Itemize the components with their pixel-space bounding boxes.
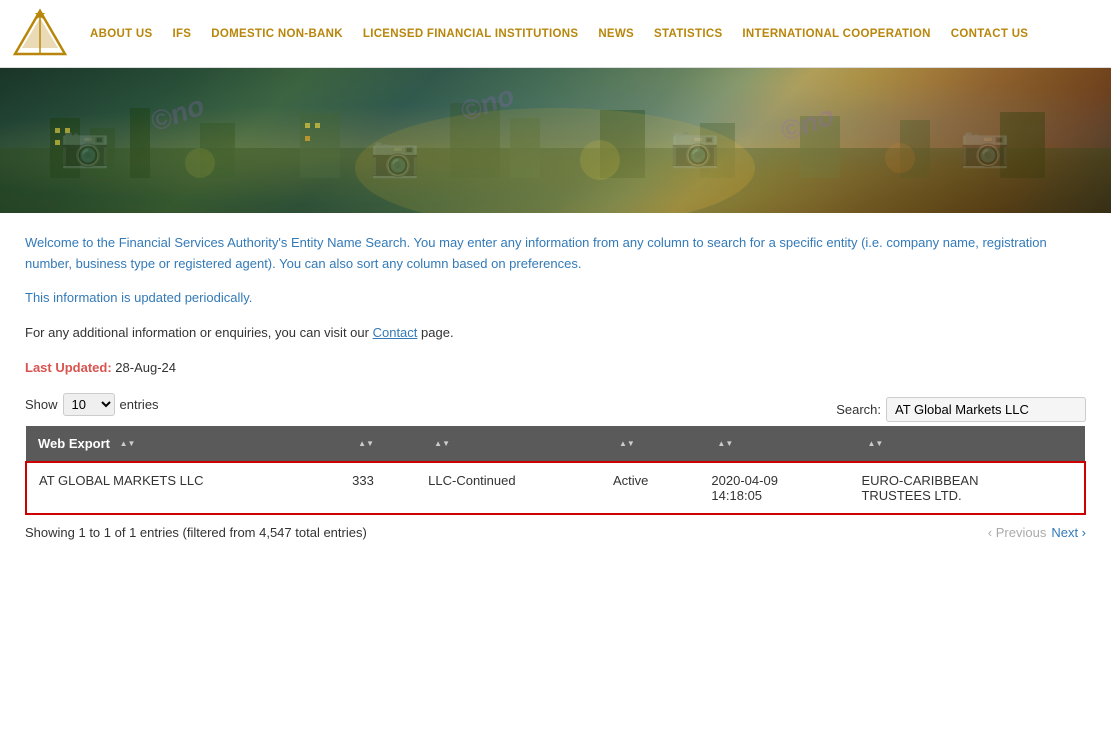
last-updated-label: Last Updated: (25, 360, 112, 375)
search-label: Search: (836, 402, 881, 417)
update-notice: This information is updated periodically… (25, 290, 1086, 305)
col-5[interactable]: ▲▼ (699, 426, 849, 462)
col-web-export[interactable]: Web Export ▲▼ (26, 426, 340, 462)
nav-international-cooperation[interactable]: INTERNATIONAL COOPERATION (732, 28, 940, 40)
search-input[interactable] (886, 397, 1086, 422)
enquiry-text: For any additional information or enquir… (25, 325, 1086, 340)
nav-licensed-financial[interactable]: LICENSED FINANCIAL INSTITUTIONS (353, 28, 588, 40)
showing-text: Showing 1 to 1 of 1 entries (filtered fr… (25, 525, 367, 540)
last-updated: Last Updated: 28-Aug-24 (25, 360, 1086, 375)
show-label: Show (25, 397, 58, 412)
col-6[interactable]: ▲▼ (849, 426, 1085, 462)
last-updated-value: 28-Aug-24 (115, 360, 176, 375)
sort-arrows-1: ▲▼ (120, 440, 136, 448)
sort-arrows-5: ▲▼ (717, 440, 733, 448)
cell-status: Active (601, 462, 699, 514)
cell-type: LLC-Continued (416, 462, 601, 514)
next-link[interactable]: Next › (1051, 525, 1086, 540)
table-header-row: Web Export ▲▼ ▲▼ ▲▼ ▲▼ ▲▼ ▲▼ (26, 426, 1085, 462)
hero-banner: ©no ©no ©no 📷 📷 📷 📷 (0, 68, 1111, 213)
nav-about-us[interactable]: ABOUT US (80, 28, 162, 40)
contact-link[interactable]: Contact (373, 325, 418, 340)
entries-select[interactable]: 10 25 50 100 (63, 393, 115, 416)
cell-date: 2020-04-09 14:18:05 (699, 462, 849, 514)
nav-statistics[interactable]: STATISTICS (644, 28, 732, 40)
results-table: Web Export ▲▼ ▲▼ ▲▼ ▲▼ ▲▼ ▲▼ (25, 426, 1086, 515)
table-controls-row: Show 10 25 50 100 entries Search: (25, 393, 1086, 426)
cell-reg-num: 333 (340, 462, 416, 514)
nav-ifs[interactable]: IFS (162, 28, 201, 40)
enquiry-prefix: For any additional information or enquir… (25, 325, 369, 340)
nav-news[interactable]: NEWS (588, 28, 644, 40)
navbar: ABOUT US IFS DOMESTIC NON-BANK LICENSED … (0, 0, 1111, 68)
sort-arrows-3: ▲▼ (434, 440, 450, 448)
sort-arrows-6: ▲▼ (867, 440, 883, 448)
nav-domestic-non-bank[interactable]: DOMESTIC NON-BANK (201, 28, 353, 40)
logo[interactable] (10, 6, 70, 61)
cell-agent: EURO-CARIBBEAN TRUSTEES LTD. (849, 462, 1085, 514)
sort-arrows-2: ▲▼ (358, 440, 374, 448)
pagination-links: ‹ Previous Next › (988, 525, 1086, 540)
nav-links: ABOUT US IFS DOMESTIC NON-BANK LICENSED … (80, 28, 1101, 40)
search-container: Search: (836, 397, 1086, 422)
nav-contact-us[interactable]: CONTACT US (941, 28, 1039, 40)
sort-arrows-4: ▲▼ (619, 440, 635, 448)
intro-text: Welcome to the Financial Services Author… (25, 233, 1086, 275)
col-4[interactable]: ▲▼ (601, 426, 699, 462)
table-row: AT GLOBAL MARKETS LLC 333 LLC-Continued … (26, 462, 1085, 514)
pagination-row: Showing 1 to 1 of 1 entries (filtered fr… (25, 523, 1086, 542)
col-2[interactable]: ▲▼ (340, 426, 416, 462)
previous-link[interactable]: ‹ Previous (988, 525, 1047, 540)
main-content: Welcome to the Financial Services Author… (0, 213, 1111, 552)
show-entries: Show 10 25 50 100 entries (25, 393, 159, 416)
enquiry-suffix: page. (421, 325, 454, 340)
cell-name: AT GLOBAL MARKETS LLC (26, 462, 340, 514)
entries-label: entries (120, 397, 159, 412)
col-3[interactable]: ▲▼ (416, 426, 601, 462)
